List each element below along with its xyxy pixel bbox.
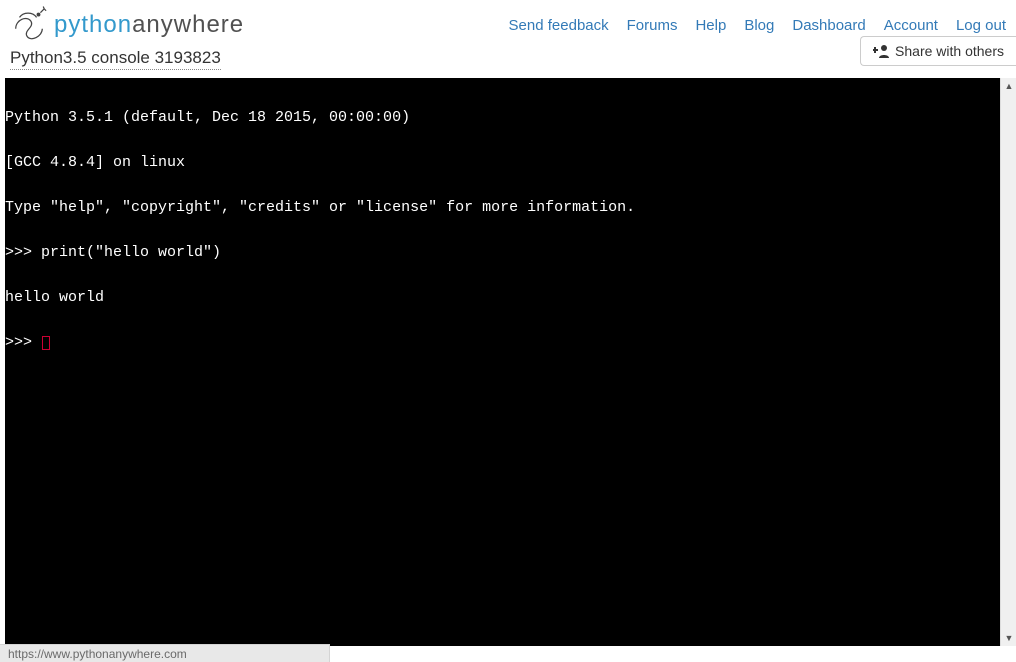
scroll-track[interactable]	[1001, 94, 1016, 630]
share-button[interactable]: Share with others	[860, 36, 1016, 66]
snake-icon	[10, 6, 48, 44]
nav-send-feedback[interactable]: Send feedback	[509, 17, 609, 34]
scroll-down-arrow-icon[interactable]: ▼	[1001, 630, 1016, 646]
terminal-line: >>> print("hello world")	[5, 245, 1006, 260]
brand-text: pythonanywhere	[54, 11, 244, 39]
brand-logo[interactable]: pythonanywhere	[10, 6, 244, 44]
subheader: Python3.5 console 3193823 Share with oth…	[0, 48, 1016, 78]
terminal-cursor	[42, 336, 50, 350]
nav-logout[interactable]: Log out	[956, 17, 1006, 34]
terminal-line: hello world	[5, 290, 1006, 305]
nav-forums[interactable]: Forums	[627, 17, 678, 34]
nav-help[interactable]: Help	[695, 17, 726, 34]
add-user-icon	[873, 44, 889, 58]
terminal-line: Python 3.5.1 (default, Dec 18 2015, 00:0…	[5, 110, 1006, 125]
terminal[interactable]: Python 3.5.1 (default, Dec 18 2015, 00:0…	[5, 78, 1006, 646]
status-url: https://www.pythonanywhere.com	[8, 647, 187, 661]
nav-dashboard[interactable]: Dashboard	[792, 17, 865, 34]
top-nav: Send feedback Forums Help Blog Dashboard…	[509, 17, 1006, 34]
terminal-prompt: >>>	[5, 334, 41, 351]
terminal-container: Python 3.5.1 (default, Dec 18 2015, 00:0…	[5, 78, 1011, 646]
status-bar: https://www.pythonanywhere.com	[0, 644, 330, 662]
terminal-line: [GCC 4.8.4] on linux	[5, 155, 1006, 170]
nav-account[interactable]: Account	[884, 17, 938, 34]
scroll-up-arrow-icon[interactable]: ▲	[1001, 78, 1016, 94]
terminal-prompt-line: >>>	[5, 335, 1006, 350]
share-button-label: Share with others	[895, 43, 1004, 59]
console-title[interactable]: Python3.5 console 3193823	[10, 48, 221, 70]
terminal-line: Type "help", "copyright", "credits" or "…	[5, 200, 1006, 215]
nav-blog[interactable]: Blog	[744, 17, 774, 34]
vertical-scrollbar[interactable]: ▲ ▼	[1000, 78, 1016, 646]
